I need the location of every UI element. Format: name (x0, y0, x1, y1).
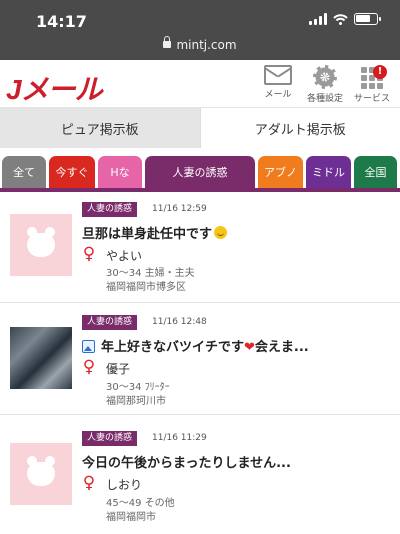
post-profile: 30～34 ﾌﾘｰﾀｰ (106, 382, 170, 393)
status-icons (309, 13, 381, 25)
avatar-placeholder (10, 214, 72, 276)
category-tab-h[interactable]: Hな (98, 156, 142, 188)
post-item[interactable]: 人妻の誘惑 11/16 11:29 今日の午後からまったりしません... ♀ し… (0, 414, 400, 530)
wifi-icon (333, 13, 348, 25)
post-author: やよい (106, 249, 143, 263)
post-profile: 30～34 主婦・主夫 (106, 268, 195, 279)
category-tab-label: ミドル (312, 166, 345, 179)
post-category-label: 人妻の誘惑 (82, 315, 138, 330)
bear-icon (27, 227, 55, 257)
services-button[interactable]: ! サービス (352, 65, 392, 104)
url-bar[interactable]: mintj.com (0, 36, 400, 52)
tab-adult-board[interactable]: アダルト掲示板 (199, 108, 400, 148)
category-tab-label: 今すぐ (55, 166, 89, 179)
mail-label: メール (264, 90, 292, 100)
post-date: 11/16 12:59 (152, 204, 207, 214)
avatar-placeholder (10, 443, 72, 505)
status-time: 14:17 (36, 12, 87, 31)
signal-icon (309, 13, 327, 25)
settings-button[interactable]: 各種設定 (305, 65, 345, 104)
battery-fill (356, 15, 370, 22)
category-tab-label: 全て (13, 166, 35, 179)
post-title-text: 旦那は単身赴任中です (82, 227, 213, 242)
services-label: サービス (353, 94, 390, 104)
category-tab-now[interactable]: 今すぐ (49, 156, 95, 188)
grid-icon: ! (361, 65, 387, 89)
heart-emoji-icon: ❤ (244, 340, 255, 355)
category-tab-label: Hな (110, 166, 130, 179)
post-date: 11/16 12:48 (152, 317, 207, 327)
mail-button[interactable]: メール (258, 65, 298, 100)
female-icon: ♀ (82, 244, 96, 264)
mail-icon (264, 65, 292, 85)
post-item[interactable]: 人妻の誘惑 11/16 12:48 年上好きなバツイチです❤会えま... ♀ 優… (0, 302, 400, 414)
battery-icon (354, 13, 381, 25)
post-author: しおり (106, 478, 143, 492)
post-title: 旦那は単身赴任中です (82, 223, 388, 242)
post-title: 年上好きなバツイチです❤会えま... (82, 336, 388, 355)
browser-chrome: 14:17 mintj.com (0, 0, 400, 60)
url-text: mintj.com (176, 38, 237, 52)
category-tabs: 全て 今すぐ Hな 人妻の誘惑 アブノ ミドル 全国 (0, 156, 400, 188)
post-title-suffix: 会えま... (254, 340, 309, 355)
image-attachment-icon (82, 340, 95, 353)
bear-icon (27, 456, 55, 486)
post-author: 優子 (106, 362, 131, 376)
notification-badge: ! (373, 65, 387, 79)
post-photo (10, 327, 72, 389)
category-tab-label: アブノ (264, 166, 297, 179)
category-tab-nationwide[interactable]: 全国 (354, 156, 397, 188)
lock-icon (163, 36, 172, 48)
board-tabs: ピュア掲示板 アダルト掲示板 (0, 108, 400, 148)
category-tab-all[interactable]: 全て (2, 156, 46, 188)
post-item[interactable]: 人妻の誘惑 11/16 12:59 旦那は単身赴任中です ♀ やよい 30～34… (0, 192, 400, 302)
post-category-label: 人妻の誘惑 (82, 431, 138, 446)
post-date: 11/16 11:29 (152, 433, 207, 443)
post-title: 今日の午後からまったりしません... (82, 456, 291, 471)
post-profile: 45～49 その他 (106, 498, 175, 509)
post-title-text: 年上好きなバツイチです (101, 340, 245, 355)
female-icon: ♀ (82, 473, 96, 493)
post-category-label: 人妻の誘惑 (82, 202, 138, 217)
female-icon: ♀ (82, 357, 96, 377)
app-header: Jメール メール 各種設定 ! サービス (0, 60, 400, 108)
category-tab-abno[interactable]: アブノ (258, 156, 303, 188)
category-tab-label: 人妻の誘惑 (172, 166, 228, 179)
post-location: 福岡福岡市 (106, 512, 156, 523)
post-location: 福岡福岡市博多区 (106, 282, 186, 293)
settings-label: 各種設定 (306, 94, 343, 104)
post-location: 福岡那珂川市 (106, 396, 166, 407)
smile-emoji-icon (214, 226, 228, 239)
category-tab-married[interactable]: 人妻の誘惑 (145, 156, 255, 188)
tab-pure-board[interactable]: ピュア掲示板 (0, 108, 200, 148)
category-tab-middle[interactable]: ミドル (306, 156, 351, 188)
jmail-logo[interactable]: Jメール (6, 68, 103, 108)
category-tab-label: 全国 (364, 166, 387, 179)
gear-icon (313, 65, 337, 89)
